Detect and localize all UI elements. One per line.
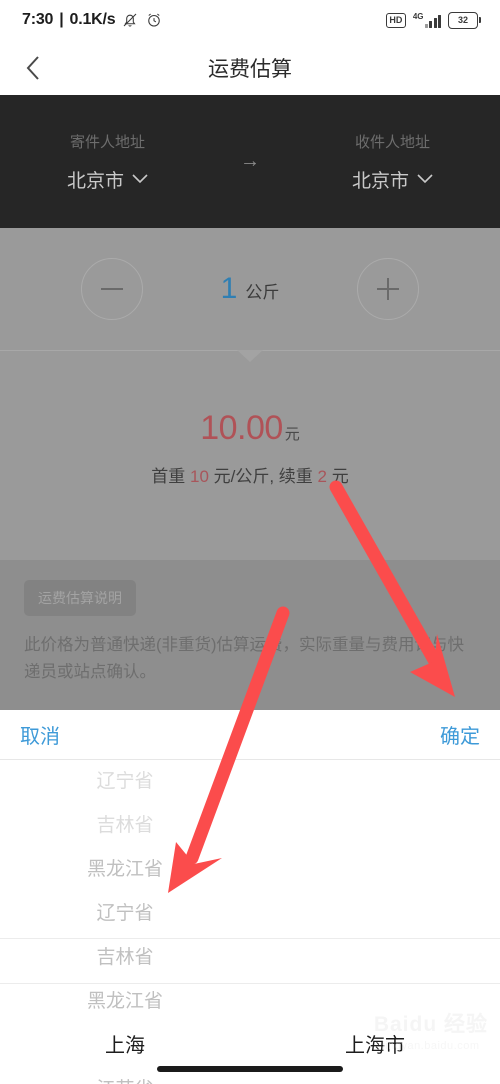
sender-address-value: 北京市 (66, 170, 124, 192)
receiver-address-value: 北京市 (351, 170, 409, 192)
weight-value-box: 1 公斤 (205, 272, 295, 306)
plus-icon-vertical (387, 278, 389, 300)
picker-option[interactable] (250, 848, 500, 892)
picker-option[interactable] (250, 892, 500, 936)
picker-option[interactable]: 辽宁省 (0, 760, 250, 804)
status-time: 7:30 (22, 11, 54, 28)
page-title: 运费估算 (208, 57, 292, 81)
picker-selected-province[interactable]: 上海 (0, 1024, 250, 1068)
direction-arrow-icon: → (240, 150, 260, 172)
signal-indicator: 4G (413, 12, 441, 28)
navigation-bar: 运费估算 (0, 40, 500, 95)
note-section: 运费估算说明 此价格为普通快递(非重货)估算运费，实际重量与费用请与快递员或站点… (0, 559, 500, 710)
signal-bars-icon (424, 14, 441, 28)
back-button[interactable] (12, 40, 56, 95)
price-main-row: 10.00 元 (0, 409, 500, 448)
price-currency: 元 (284, 426, 300, 443)
price-detail-middle: 元/公斤, 续重 (208, 467, 318, 486)
picker-toolbar: 取消 确定 (0, 710, 500, 760)
picker-option[interactable]: 吉林省 (0, 804, 250, 848)
sender-address-value-row: 北京市 (67, 166, 148, 193)
watermark-sub: jingyan.baidu.com (382, 1040, 480, 1052)
battery-icon: 32 (448, 11, 481, 29)
first-weight-price: 10 (189, 467, 209, 486)
section-divider-notch (0, 350, 500, 351)
estimate-body: 1 公斤 10.00 元 首重 10 元/公斤, 续重 2 元 运费估算说明 此… (0, 228, 500, 710)
network-type-label: 4G (412, 12, 424, 21)
status-bar: 7:30 | 0.1K/s HD 4G 32 (0, 0, 500, 40)
minus-icon (101, 288, 123, 290)
receiver-address-label: 收件人地址 (354, 133, 430, 151)
picker-option[interactable]: 辽宁省 (0, 892, 250, 936)
picker-cancel-button[interactable]: 取消 (20, 720, 60, 749)
price-detail-prefix: 首重 (151, 467, 190, 486)
chevron-down-icon (417, 174, 433, 184)
picker-option[interactable]: 黑龙江省 (0, 980, 250, 1024)
weight-stepper: 1 公斤 (0, 228, 500, 350)
address-bar: 寄件人地址 北京市 → 收件人地址 北京市 (0, 95, 500, 228)
watermark-main: Baidu 经验 (373, 1013, 488, 1036)
extra-weight-price: 2 (317, 467, 327, 486)
weight-decrease-button[interactable] (81, 258, 143, 320)
chevron-left-icon (26, 55, 39, 80)
province-column[interactable]: 辽宁省 吉林省 黑龙江省 辽宁省 吉林省 黑龙江省 上海 江苏省 浙江省 安徽省 (0, 760, 250, 1084)
weight-value: 1 (220, 272, 238, 305)
phone-screen: 7:30 | 0.1K/s HD 4G 32 运费估算 寄件人地址 北京市 → … (0, 0, 500, 1084)
alarm-clock-icon (148, 13, 161, 27)
picker-option[interactable] (250, 936, 500, 980)
receiver-address-value-row: 北京市 (352, 166, 433, 193)
picker-option[interactable] (250, 760, 500, 804)
sender-address-label: 寄件人地址 (69, 133, 145, 151)
weight-unit: 公斤 (245, 283, 280, 302)
status-bar-right: HD 4G 32 (385, 11, 481, 29)
chevron-down-icon (132, 174, 148, 184)
status-bar-left: 7:30 | 0.1K/s (22, 11, 163, 29)
home-indicator (157, 1066, 343, 1072)
price-section: 10.00 元 首重 10 元/公斤, 续重 2 元 (0, 351, 500, 487)
price-detail-suffix: 元 (327, 467, 349, 486)
sender-address-block[interactable]: 寄件人地址 北京市 (0, 131, 215, 193)
note-badge: 运费估算说明 (24, 579, 136, 616)
status-separator: | (59, 11, 64, 28)
dimmed-content-area: 寄件人地址 北京市 → 收件人地址 北京市 1 公斤 10.00 元 首重 10… (0, 95, 500, 710)
weight-increase-button[interactable] (357, 258, 419, 320)
picker-option[interactable] (250, 804, 500, 848)
bell-muted-icon (124, 13, 137, 27)
price-amount: 10.00 (200, 409, 283, 447)
hd-icon: HD (385, 12, 406, 28)
battery-level-label: 32 (457, 15, 468, 25)
note-text: 此价格为普通快递(非重货)估算运费，实际重量与费用请与快递员或站点确认。 (24, 635, 464, 681)
price-detail: 首重 10 元/公斤, 续重 2 元 (0, 462, 500, 487)
receiver-address-block[interactable]: 收件人地址 北京市 (285, 131, 500, 193)
picker-option[interactable]: 吉林省 (0, 936, 250, 980)
picker-option[interactable]: 黑龙江省 (0, 848, 250, 892)
status-network-speed: 0.1K/s (69, 11, 116, 28)
watermark: Baidu 经验 jingyan.baidu.com (374, 1008, 488, 1052)
picker-confirm-button[interactable]: 确定 (440, 720, 480, 749)
